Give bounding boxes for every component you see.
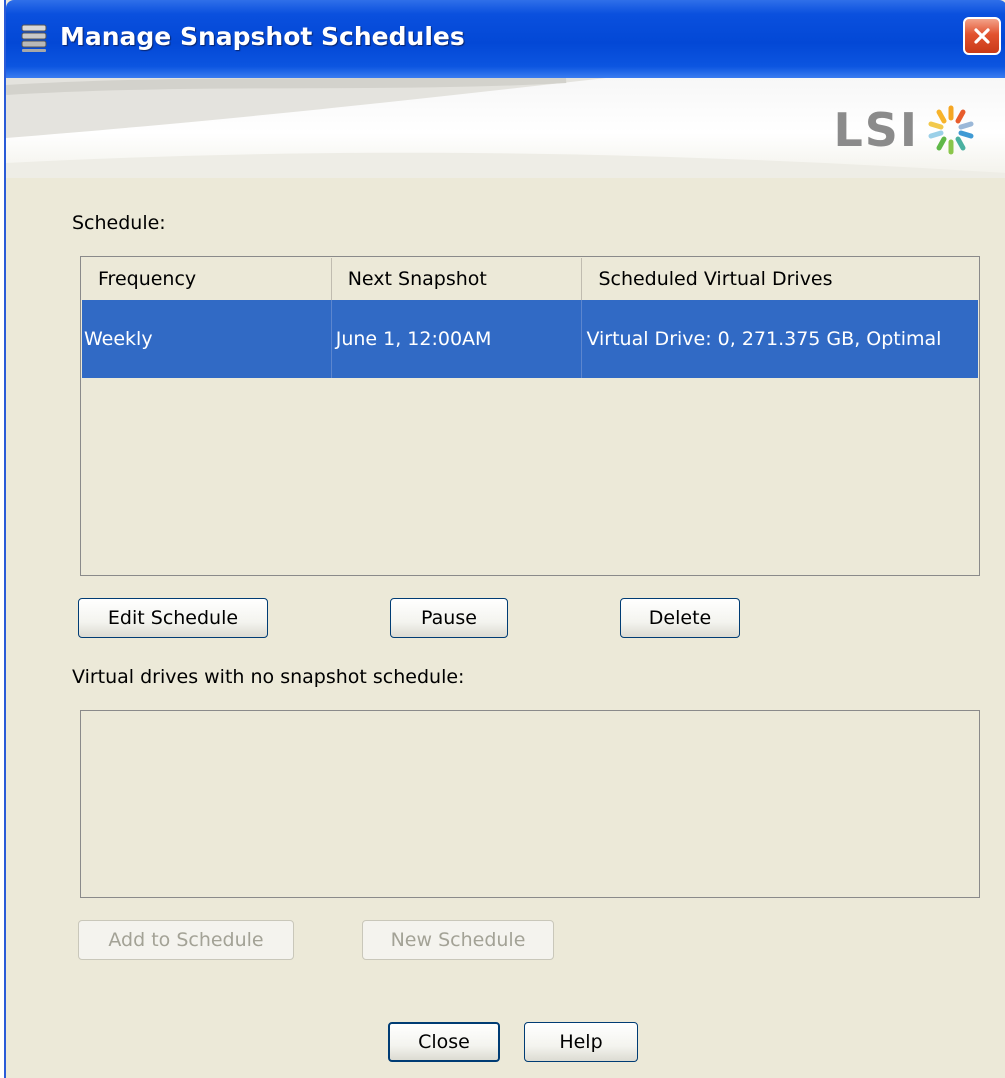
cell-scheduled-drives: Virtual Drive: 0, 271.375 GB, Optimal xyxy=(586,328,942,350)
schedule-table-header: Frequency Next Snapshot Scheduled Virtua… xyxy=(82,258,978,301)
table-row[interactable]: Weekly June 1, 12:00AM Virtual Drive: 0,… xyxy=(82,300,978,378)
column-header-scheduled-drives[interactable]: Scheduled Virtual Drives xyxy=(582,258,978,300)
help-button[interactable]: Help xyxy=(524,1022,638,1062)
schedule-table: Frequency Next Snapshot Scheduled Virtua… xyxy=(80,256,980,576)
pause-button[interactable]: Pause xyxy=(390,598,508,638)
window-title: Manage Snapshot Schedules xyxy=(60,22,465,51)
delete-button[interactable]: Delete xyxy=(620,598,740,638)
cell-frequency: Weekly xyxy=(82,300,332,378)
unscheduled-drives-list[interactable] xyxy=(80,710,980,898)
add-to-schedule-button[interactable]: Add to Schedule xyxy=(78,920,294,960)
cell-next-snapshot: June 1, 12:00AM xyxy=(332,300,583,378)
dialog-window: Manage Snapshot Schedules LSI Schedule: … xyxy=(4,0,1005,1078)
app-icon xyxy=(21,24,47,52)
close-icon xyxy=(974,28,990,44)
lsi-logo: LSI xyxy=(833,102,979,158)
new-schedule-button[interactable]: New Schedule xyxy=(362,920,554,960)
banner: LSI xyxy=(6,78,1005,178)
lsi-starburst-icon xyxy=(928,105,974,155)
title-bar[interactable]: Manage Snapshot Schedules xyxy=(6,0,1005,78)
column-header-frequency[interactable]: Frequency xyxy=(82,258,332,300)
close-button[interactable]: Close xyxy=(388,1022,500,1062)
edit-schedule-button[interactable]: Edit Schedule xyxy=(78,598,268,638)
unscheduled-drives-label: Virtual drives with no snapshot schedule… xyxy=(72,666,465,688)
schedule-label: Schedule: xyxy=(72,212,166,234)
window-close-button[interactable] xyxy=(963,17,1001,55)
column-header-next-snapshot[interactable]: Next Snapshot xyxy=(332,258,583,300)
